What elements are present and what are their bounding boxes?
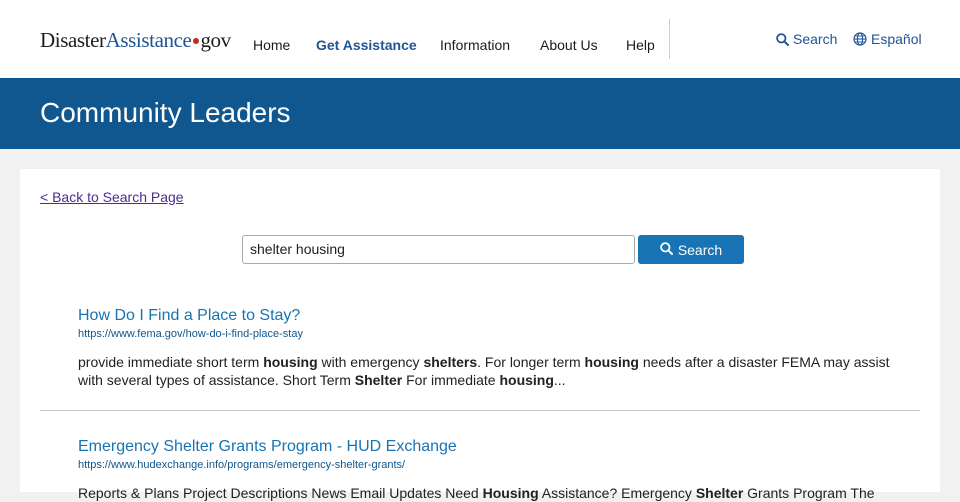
site-header: DisasterAssistance gov Home Get Assistanc… [0,0,960,78]
page-banner: Community Leaders [0,78,960,149]
back-to-search-link[interactable]: < Back to Search Page [40,189,184,205]
logo-text-disaster: Disaster [40,28,106,52]
snippet-highlight: Shelter [354,372,403,388]
snippet-text: provide immediate short term [78,354,264,370]
snippet-text: Grants Program The [743,485,875,501]
result-snippet: provide immediate short term housing wit… [78,353,898,389]
snippet-highlight: housing [499,372,554,388]
search-button[interactable]: Search [638,235,744,264]
search-result: How Do I Find a Place to Stay? https://w… [78,307,898,389]
nav-about-us[interactable]: About Us [540,37,598,53]
result-title-link[interactable]: How Do I Find a Place to Stay? [78,307,898,325]
globe-icon [853,32,867,46]
snippet-text: Reports & Plans Project Descriptions New… [78,485,483,501]
search-button-icon [660,241,673,258]
snippet-text: with emergency [317,354,424,370]
snippet-text: . For longer term [477,354,585,370]
language-label: Español [871,31,922,47]
nav-home[interactable]: Home [253,37,290,53]
nav-information[interactable]: Information [440,37,510,53]
search-icon [776,32,789,46]
logo-text-gov: gov [200,28,231,52]
search-button-label: Search [677,241,723,258]
result-divider [40,410,920,411]
snippet-highlight: Housing [482,485,539,501]
snippet-text: Assistance? Emergency [538,485,696,501]
result-title-link[interactable]: Emergency Shelter Grants Program - HUD E… [78,438,898,456]
search-results-card: < Back to Search Page Search How Do I Fi… [20,169,940,501]
result-url[interactable]: https://www.fema.gov/how-do-i-find-place… [78,328,898,340]
result-snippet: Reports & Plans Project Descriptions New… [78,484,898,502]
snippet-highlight: Shelter [695,485,744,501]
site-logo[interactable]: DisasterAssistance gov [40,28,231,53]
nav-divider [669,19,670,59]
snippet-highlight: shelters [423,354,478,370]
search-result: Emergency Shelter Grants Program - HUD E… [78,438,898,502]
language-toggle[interactable]: Español [853,31,922,47]
header-search-label: Search [793,31,838,47]
logo-dot-icon [193,38,200,45]
logo-text-assistance: Assistance [105,28,192,52]
nav-help[interactable]: Help [626,37,655,53]
header-search-link[interactable]: Search [776,31,837,47]
snippet-text: For immediate [402,372,500,388]
snippet-highlight: housing [584,354,639,370]
result-url[interactable]: https://www.hudexchange.info/programs/em… [78,459,898,471]
snippet-text: ... [553,372,566,388]
nav-get-assistance[interactable]: Get Assistance [316,37,417,53]
snippet-highlight: housing [263,354,318,370]
page-title: Community Leaders [40,97,291,128]
search-input[interactable] [242,235,635,264]
